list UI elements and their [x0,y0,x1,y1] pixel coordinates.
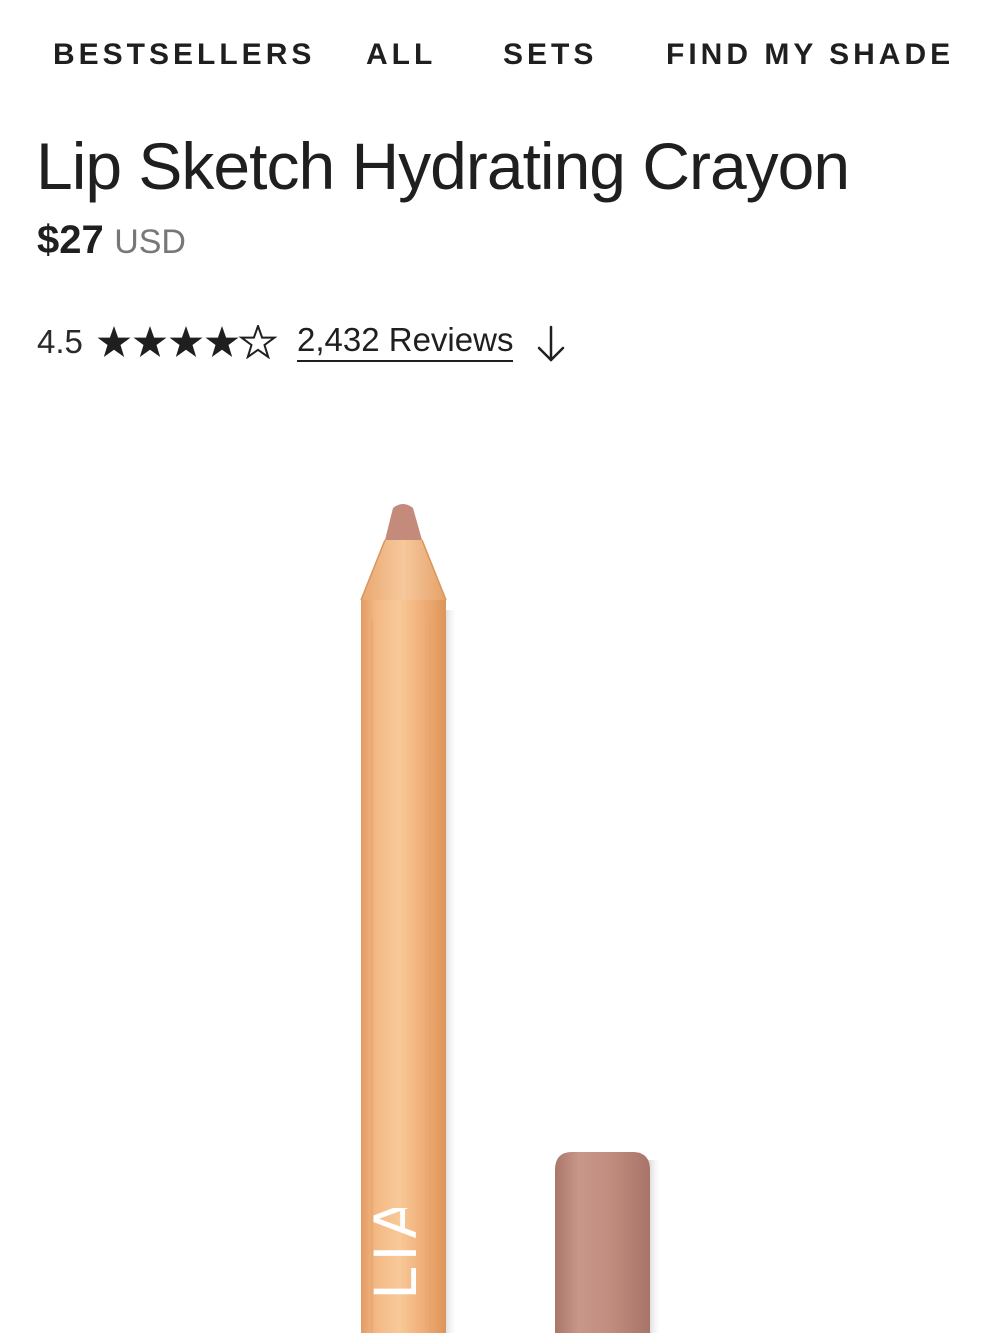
nav-find-my-shade[interactable]: FIND MY SHADE [666,38,954,72]
star-rating [97,325,277,359]
reviews-link[interactable]: 2,432 Reviews [297,323,514,362]
product-title: Lip Sketch Hydrating Crayon [36,129,850,203]
nav-sets[interactable]: SETS [503,38,597,72]
brand-logo-imprint: LIA [360,1208,452,1333]
nav-bestsellers[interactable]: BESTSELLERS [53,38,315,72]
price-currency: USD [114,223,186,261]
arrow-down-icon[interactable] [535,324,567,364]
logo-text: LIA [362,1208,430,1300]
rating-value: 4.5 [37,323,83,360]
star-icon [169,326,203,357]
price-amount: $27 [37,218,104,262]
star-icon [205,326,239,357]
nav-all[interactable]: ALL [366,38,436,72]
price: $27 USD [37,218,186,263]
star-icon [97,326,131,357]
half-star-icon [238,325,277,359]
top-navigation: BESTSELLERS ALL SETS FIND MY SHADE [0,30,1000,86]
star-icon [133,326,167,357]
lip-crayon-illustration [360,504,662,1333]
product-image: LIA [0,400,1000,1333]
